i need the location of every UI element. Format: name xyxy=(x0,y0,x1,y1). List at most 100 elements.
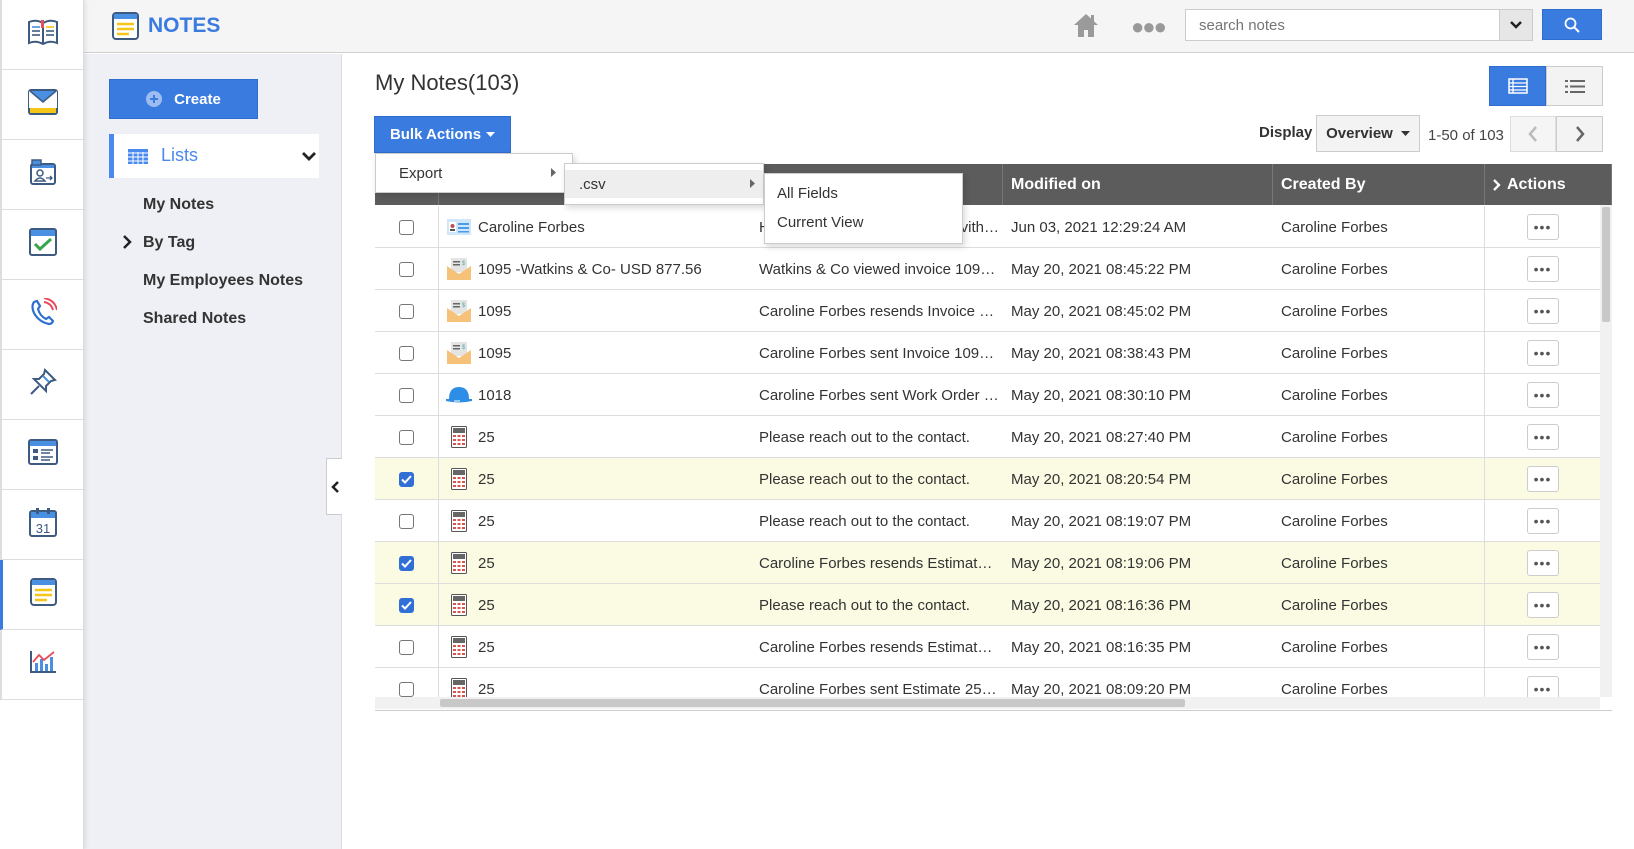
table-row[interactable]: 25 Please reach out to the contact. May 20… xyxy=(375,458,1600,500)
vertical-scrollbar[interactable] xyxy=(1600,205,1612,697)
row-checkbox[interactable] xyxy=(399,429,414,445)
note-description: Please reach out to the contact. xyxy=(759,428,970,446)
modified-on: May 20, 2021 08:16:36 PM xyxy=(1011,596,1192,614)
row-actions-button[interactable]: ••• xyxy=(1526,508,1559,534)
nav-item-notes[interactable] xyxy=(0,560,83,630)
csv-submenu: All Fields Current View xyxy=(764,173,963,244)
table-row[interactable]: 25 Caroline Forbes sent Estimate 25… May 2… xyxy=(375,668,1600,697)
row-checkbox[interactable] xyxy=(399,639,414,655)
row-actions-button[interactable]: ••• xyxy=(1526,466,1559,492)
note-name-link[interactable]: 1095 xyxy=(478,345,511,362)
note-name-link[interactable]: 25 xyxy=(478,597,495,614)
more-icon: ••• xyxy=(1533,387,1552,403)
vertical-scrollbar-thumb[interactable] xyxy=(1602,207,1610,322)
note-name-link[interactable]: 25 xyxy=(478,681,495,698)
note-name-link[interactable]: Caroline Forbes xyxy=(478,219,585,236)
row-checkbox[interactable] xyxy=(399,387,414,403)
tasks-calendar-icon xyxy=(28,228,57,261)
menu-item-csv[interactable]: .csv xyxy=(565,170,763,198)
nav-item-pin[interactable] xyxy=(0,350,83,420)
row-actions-button[interactable]: ••• xyxy=(1526,382,1559,408)
knowledge-base-icon xyxy=(27,19,59,50)
note-name-link[interactable]: 1095 -Watkins & Co- USD 877.56 xyxy=(478,261,702,278)
row-actions-button[interactable]: ••• xyxy=(1526,676,1559,697)
caret-right-icon xyxy=(750,179,755,188)
table-row[interactable]: 25 Please reach out to the contact. May 20… xyxy=(375,500,1600,542)
invoice-envelope-icon: $ xyxy=(446,258,472,280)
nav-item-knowledge-base[interactable] xyxy=(0,0,83,70)
calculator-icon xyxy=(446,468,472,490)
invoice-envelope-icon: $ xyxy=(446,342,472,364)
note-description: Watkins & Co viewed invoice 109… xyxy=(759,260,996,278)
row-checkbox[interactable] xyxy=(399,597,414,613)
row-checkbox[interactable] xyxy=(399,303,414,319)
row-checkbox[interactable] xyxy=(399,261,414,277)
row-actions-button[interactable]: ••• xyxy=(1526,592,1559,618)
reports-icon xyxy=(29,650,57,679)
check-icon xyxy=(401,558,412,568)
more-icon: ••• xyxy=(1533,597,1552,613)
menu-item-export[interactable]: Export xyxy=(376,154,572,192)
row-actions-button[interactable]: ••• xyxy=(1526,550,1559,576)
modified-on: May 20, 2021 08:09:20 PM xyxy=(1011,680,1192,698)
nav-item-phone[interactable] xyxy=(0,280,83,350)
row-checkbox[interactable] xyxy=(399,681,414,697)
row-actions-button[interactable]: ••• xyxy=(1526,298,1559,324)
csv-label: .csv xyxy=(579,175,606,193)
row-checkbox[interactable] xyxy=(399,555,414,571)
table-row[interactable]: 25 Caroline Forbes resends Estimat… May 20… xyxy=(375,542,1600,584)
invoice-envelope-icon: $ xyxy=(446,300,472,322)
row-checkbox[interactable] xyxy=(399,471,414,487)
row-actions-button[interactable]: ••• xyxy=(1526,424,1559,450)
row-checkbox[interactable] xyxy=(399,513,414,529)
work-order-helmet-icon xyxy=(446,385,472,405)
table-row[interactable]: $1095 -Watkins & Co- USD 877.56 Watkins &… xyxy=(375,248,1600,290)
table-row[interactable]: Caroline ForbesHvith…Jun 03, 2021 12:29:… xyxy=(375,206,1600,248)
note-name-link[interactable]: 1018 xyxy=(478,387,511,404)
table-row[interactable]: 25 Please reach out to the contact. May 20… xyxy=(375,584,1600,626)
nav-item-mail[interactable] xyxy=(0,70,83,140)
horizontal-scrollbar-thumb[interactable] xyxy=(440,699,1185,707)
row-checkbox[interactable] xyxy=(399,345,414,361)
note-name-link[interactable]: 25 xyxy=(478,471,495,488)
note-description: Caroline Forbes sent Estimate 25… xyxy=(759,680,997,698)
note-name-link[interactable]: 25 xyxy=(478,555,495,572)
mail-icon xyxy=(27,89,58,120)
menu-item-current-view[interactable]: Current View xyxy=(777,211,863,233)
nav-item-calendar[interactable]: 31 xyxy=(0,490,83,560)
more-icon: ••• xyxy=(1533,345,1552,361)
phone-icon xyxy=(29,297,58,331)
calculator-icon xyxy=(446,636,472,658)
note-name-link[interactable]: 25 xyxy=(478,639,495,656)
created-by: Caroline Forbes xyxy=(1273,626,1485,668)
modified-on: May 20, 2021 08:20:54 PM xyxy=(1011,470,1192,488)
note-name-link[interactable]: 1095 xyxy=(478,303,511,320)
nav-item-tasks-calendar[interactable] xyxy=(0,210,83,280)
more-icon: ••• xyxy=(1533,219,1552,235)
note-name-link[interactable]: 25 xyxy=(478,429,495,446)
check-icon xyxy=(401,474,412,484)
note-description: Please reach out to the contact. xyxy=(759,470,970,488)
created-by: Caroline Forbes xyxy=(1273,458,1485,500)
note-name-link[interactable]: 25 xyxy=(478,513,495,530)
table-row[interactable]: $1095 Caroline Forbes sent Invoice 109… Ma… xyxy=(375,332,1600,374)
bulk-actions-menu: Export xyxy=(375,153,573,193)
more-icon: ••• xyxy=(1533,303,1552,319)
row-actions-button[interactable]: ••• xyxy=(1526,340,1559,366)
table-row[interactable]: 25 Caroline Forbes resends Estimat… May 20… xyxy=(375,626,1600,668)
table-row[interactable]: $1095 Caroline Forbes resends Invoice … Ma… xyxy=(375,290,1600,332)
nav-item-forms[interactable] xyxy=(0,420,83,490)
note-description: Please reach out to the contact. xyxy=(759,512,970,530)
table-row[interactable]: 25 Please reach out to the contact. May 20… xyxy=(375,416,1600,458)
row-actions-button[interactable]: ••• xyxy=(1526,634,1559,660)
horizontal-scrollbar[interactable] xyxy=(375,697,1600,709)
row-actions-button[interactable]: ••• xyxy=(1526,214,1559,240)
table-row[interactable]: 1018 Caroline Forbes sent Work Order … May… xyxy=(375,374,1600,416)
more-icon: ••• xyxy=(1533,513,1552,529)
calendar-icon: 31 xyxy=(28,507,57,542)
row-checkbox[interactable] xyxy=(399,219,414,235)
nav-item-reports[interactable] xyxy=(0,630,83,700)
nav-item-contacts-folder[interactable] xyxy=(0,140,83,210)
row-actions-button[interactable]: ••• xyxy=(1526,256,1559,282)
menu-item-all-fields[interactable]: All Fields xyxy=(777,182,838,204)
